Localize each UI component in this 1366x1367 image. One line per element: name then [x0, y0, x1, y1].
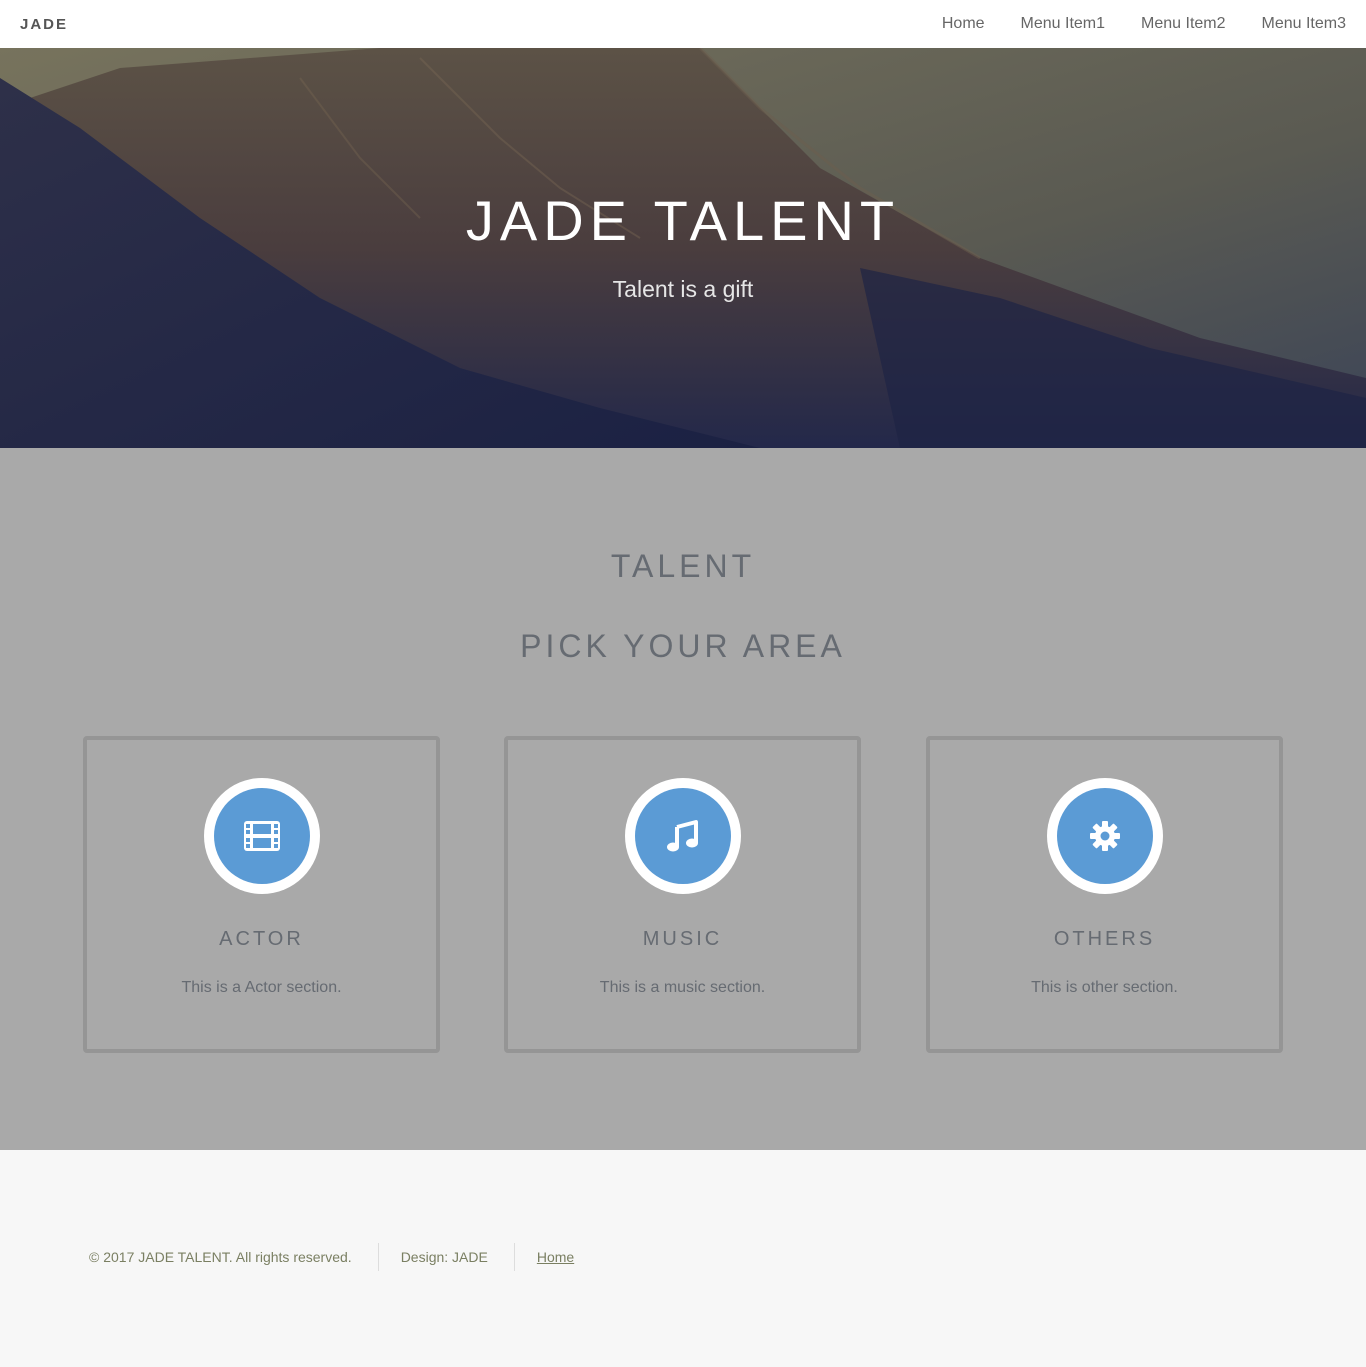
card-text: This is a music section.: [599, 979, 766, 996]
design-credit: Design: JADE: [400, 1249, 488, 1265]
icon-ring: [203, 778, 320, 894]
talent-section: TALENT PICK YOUR AREA ACTOR This is a Ac…: [0, 448, 1366, 1150]
footer-divider: [513, 1243, 515, 1271]
nav-item-menu-item1[interactable]: Menu Item1: [1021, 15, 1105, 33]
section-subtitle: PICK YOUR AREA: [520, 628, 846, 664]
card-text: This is a Actor section.: [181, 979, 342, 996]
icon-ring: [624, 778, 741, 894]
footer-row: © 2017 JADE TALENT. All rights reserved.…: [89, 1243, 574, 1271]
music-card[interactable]: MUSIC This is a music section.: [504, 736, 861, 1053]
hero-title: JADE TALENT: [465, 189, 901, 252]
brand-logo[interactable]: JADE: [20, 16, 68, 33]
footer-home-link[interactable]: Home: [537, 1249, 574, 1265]
gear-icon: [1056, 788, 1153, 884]
nav-item-home[interactable]: Home: [942, 15, 985, 33]
card-title: MUSIC: [642, 928, 723, 950]
others-card[interactable]: OTHERS This is other section.: [926, 736, 1283, 1053]
card-title: OTHERS: [1053, 928, 1156, 950]
section-title: TALENT: [610, 548, 756, 584]
nav-item-menu-item3[interactable]: Menu Item3: [1262, 15, 1346, 33]
film-icon: [213, 788, 310, 884]
footer-divider: [377, 1243, 379, 1271]
card-title: ACTOR: [219, 928, 304, 950]
icon-ring: [1046, 778, 1163, 894]
actor-card[interactable]: ACTOR This is a Actor section.: [83, 736, 440, 1053]
nav-menu: Home Menu Item1 Menu Item2 Menu Item3: [906, 0, 1346, 48]
copyright-text: © 2017 JADE TALENT. All rights reserved.: [89, 1249, 352, 1265]
hero-subtitle: Talent is a gift: [612, 276, 754, 302]
navbar: JADE Home Menu Item1 Menu Item2 Menu Ite…: [0, 0, 1366, 48]
card-text: This is other section.: [1031, 979, 1178, 996]
hero-banner: JADE TALENT Talent is a gift: [0, 48, 1366, 448]
nav-item-menu-item2[interactable]: Menu Item2: [1141, 15, 1225, 33]
music-icon: [634, 788, 731, 884]
footer: © 2017 JADE TALENT. All rights reserved.…: [0, 1150, 1366, 1367]
